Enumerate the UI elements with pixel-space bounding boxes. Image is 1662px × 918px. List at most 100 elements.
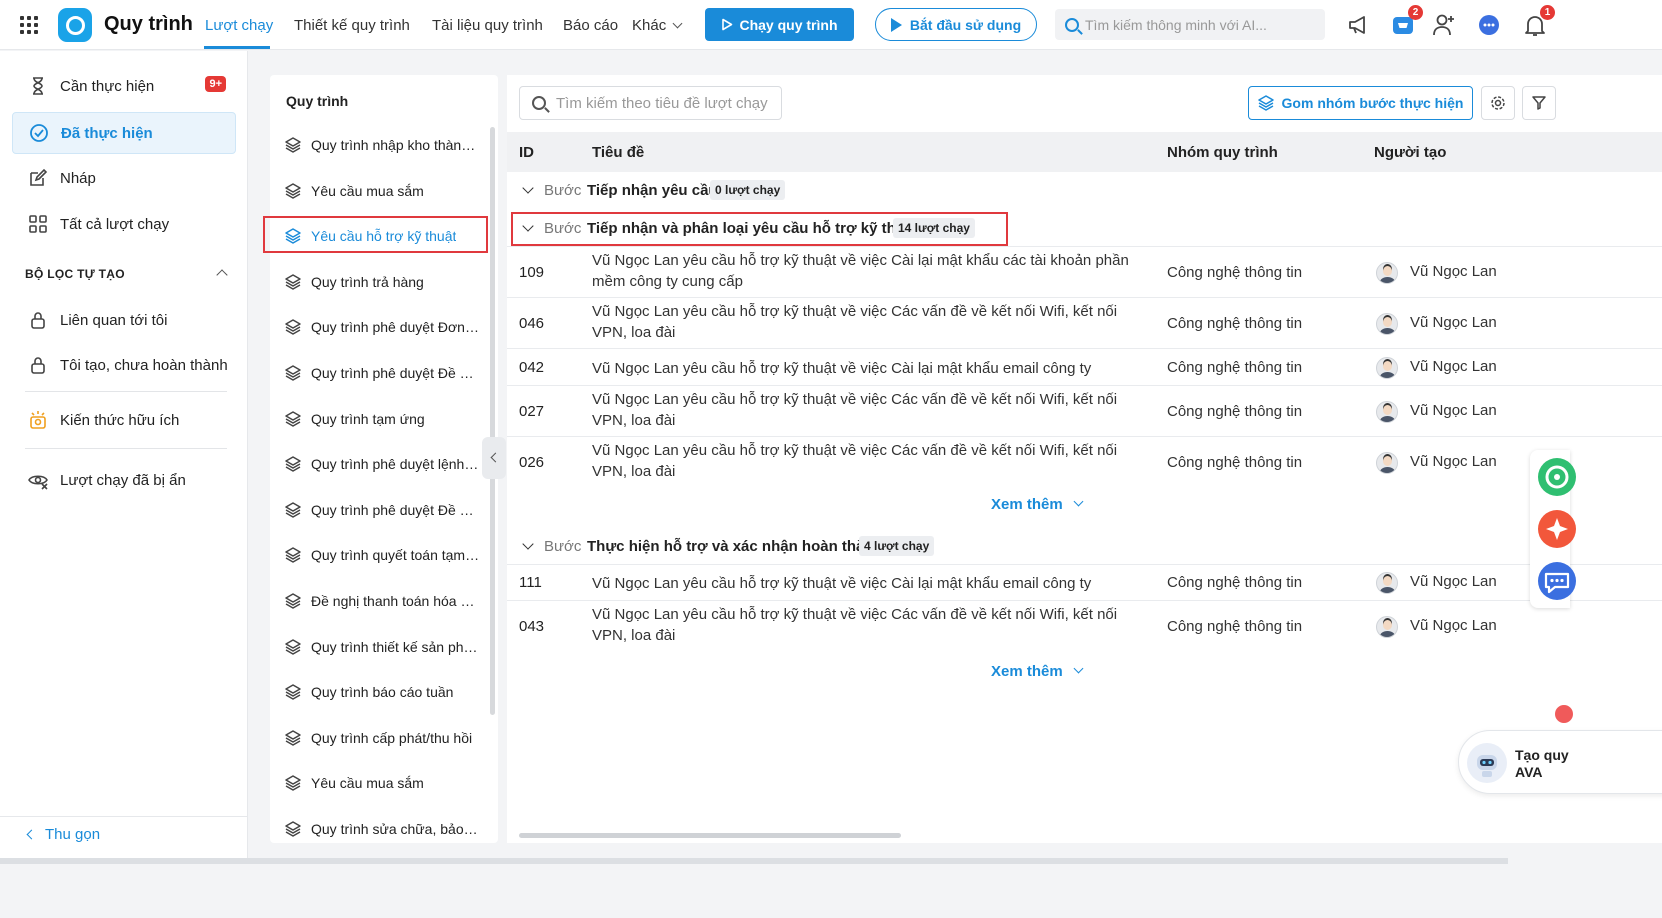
process-list-item[interactable]: Quy trình trả hàng [284, 267, 480, 297]
megaphone-icon[interactable] [1346, 12, 1372, 38]
chevron-down-icon[interactable] [522, 538, 534, 550]
sidebar-filter-related[interactable]: Liên quan tới tôi [12, 299, 236, 341]
table-row[interactable]: 026 Vũ Ngọc Lan yêu cầu hỗ trợ kỹ thuật v… [507, 436, 1662, 487]
process-list-item[interactable]: Quy trình phê duyệt Đề xuất [284, 358, 480, 388]
process-list-panel: Quy trình Quy trình nhập kho thành phẩm Y… [270, 75, 498, 843]
play-icon [890, 17, 902, 32]
settings-button[interactable] [1481, 86, 1515, 120]
step-group-header[interactable]: Bước Tiếp nhận yêu cầu 0 lượt chạy [507, 172, 1662, 208]
left-sidebar: Cần thực hiện 9+ Đã thực hiện Nháp Tất c… [0, 51, 248, 918]
table-row[interactable]: 046 Vũ Ngọc Lan yêu cầu hỗ trợ kỹ thuật v… [507, 297, 1662, 348]
app-grid-icon[interactable] [20, 16, 38, 34]
message-icon[interactable] [1538, 562, 1576, 600]
process-list-item[interactable]: Quy trình thiết kế sản phẩm [284, 632, 480, 662]
page-bottom [0, 858, 1662, 918]
process-list-item-label: Yêu cầu mua sắm [311, 775, 424, 792]
sidebar-item-all-runs[interactable]: Tất cả lượt chạy [12, 203, 236, 245]
run-title-search-input[interactable]: Tìm kiếm theo tiêu đề lượt chạy [519, 86, 782, 120]
process-stack-icon [285, 684, 301, 700]
chevron-up-icon[interactable] [216, 269, 228, 281]
filter-button[interactable] [1522, 86, 1556, 120]
column-header-creator[interactable]: Người tạo [1374, 144, 1446, 161]
nav-more[interactable]: Khác [632, 17, 683, 34]
notification-bell-icon[interactable]: 1 [1522, 5, 1555, 38]
horizontal-scrollbar[interactable] [519, 833, 901, 838]
ai-sparkle-icon[interactable] [1538, 510, 1576, 548]
process-list-item-label: Quy trình quyết toán tạm ứng [311, 547, 480, 564]
add-user-icon[interactable] [1431, 12, 1457, 38]
sidebar-item-knowledge[interactable]: Kiến thức hữu ích [12, 399, 236, 441]
sidebar-item-to-do[interactable]: Cần thực hiện 9+ [12, 65, 236, 107]
process-list-item[interactable]: Quy trình quyết toán tạm ứng [284, 540, 480, 570]
table-row[interactable]: 109 Vũ Ngọc Lan yêu cầu hỗ trợ kỹ thuật v… [507, 246, 1662, 297]
sidebar-item-hidden-runs[interactable]: Lượt chạy đã bị ẩn [12, 459, 236, 501]
see-more-button[interactable]: Xem thêm [991, 663, 1084, 680]
process-list-item[interactable]: Quy trình nhập kho thành phẩm [284, 130, 480, 160]
process-list-item[interactable]: Quy trình cấp phát/thu hồi [284, 723, 480, 753]
sidebar-filter-created-unfinished[interactable]: Tôi tạo, chưa hoàn thành [12, 344, 236, 386]
cell-title[interactable]: Vũ Ngọc Lan yêu cầu hỗ trợ kỹ thuật về v… [592, 604, 1147, 646]
cell-creator: Vũ Ngọc Lan [1410, 452, 1497, 470]
process-list-item[interactable]: Quy trình phê duyệt Đề nghị [284, 495, 480, 525]
cell-title[interactable]: Vũ Ngọc Lan yêu cầu hỗ trợ kỹ thuật về v… [592, 440, 1147, 482]
sidebar-item-draft[interactable]: Nháp [12, 157, 236, 199]
column-header-id[interactable]: ID [519, 144, 534, 161]
process-list-item[interactable]: Quy trình báo cáo tuần [284, 677, 480, 707]
page-horizontal-scrollbar[interactable] [0, 858, 1508, 864]
group-by-step-button[interactable]: Gom nhóm bước thực hiện [1248, 86, 1473, 120]
process-list-item[interactable]: Đề nghị thanh toán hóa đơn [284, 586, 480, 616]
process-stack-icon [285, 274, 301, 290]
avatar [1376, 615, 1398, 638]
step-group-header[interactable]: Bước Thực hiện hỗ trợ và xác nhận hoàn th… [507, 528, 1662, 564]
process-list-item-label: Quy trình nhập kho thành phẩm [311, 137, 480, 153]
cart-icon[interactable]: 2 [1390, 5, 1423, 38]
table-row[interactable]: 111 Vũ Ngọc Lan yêu cầu hỗ trợ kỹ thuật v… [507, 564, 1662, 600]
chevron-left-icon [26, 829, 37, 840]
cell-title[interactable]: Vũ Ngọc Lan yêu cầu hỗ trợ kỹ thuật về v… [592, 301, 1147, 343]
cell-title[interactable]: Vũ Ngọc Lan yêu cầu hỗ trợ kỹ thuật về v… [592, 358, 1147, 379]
process-list-item[interactable]: Yêu cầu mua sắm [284, 176, 480, 206]
cell-id: 026 [519, 453, 545, 471]
process-list-item[interactable]: Quy trình phê duyệt Đơn hàng [284, 312, 480, 342]
app-logo [58, 8, 92, 42]
cell-title[interactable]: Vũ Ngọc Lan yêu cầu hỗ trợ kỹ thuật về v… [592, 250, 1147, 292]
floating-action-stack [1530, 450, 1576, 608]
see-more-button[interactable]: Xem thêm [991, 496, 1084, 513]
chat-icon[interactable] [1476, 12, 1502, 38]
process-list-item[interactable]: Yêu cầu mua sắm [284, 768, 480, 798]
collapse-sidebar-button[interactable]: Thu gọn [26, 826, 100, 843]
sidebar-item-done[interactable]: Đã thực hiện [12, 112, 236, 154]
ai-search-input[interactable]: Tìm kiếm thông minh với AI... [1055, 9, 1325, 40]
column-header-title[interactable]: Tiêu đề [592, 144, 644, 161]
table-row[interactable]: 043 Vũ Ngọc Lan yêu cầu hỗ trợ kỹ thuật v… [507, 600, 1662, 651]
start-using-button[interactable]: Bắt đầu sử dụng [875, 8, 1037, 41]
sidebar-item-label: Lượt chạy đã bị ẩn [60, 471, 186, 489]
process-list-scrollbar[interactable] [490, 127, 495, 715]
process-list-item[interactable]: Quy trình tạm ứng [284, 404, 480, 434]
process-list-item[interactable]: Quy trình sửa chữa, bảo dưỡng [284, 814, 480, 843]
gear-icon [1491, 96, 1505, 110]
process-list-item[interactable]: Quy trình phê duyệt lệnh sản xuất [284, 449, 480, 479]
nav-runs[interactable]: Lượt chạy [205, 17, 273, 34]
table-row[interactable]: 042 Vũ Ngọc Lan yêu cầu hỗ trợ kỹ thuật v… [507, 348, 1662, 385]
nav-reports[interactable]: Báo cáo [563, 17, 618, 34]
chat-bot-icon[interactable] [1538, 458, 1576, 496]
process-list-item-label: Đề nghị thanh toán hóa đơn [311, 593, 480, 609]
nav-process-design[interactable]: Thiết kế quy trình [294, 17, 410, 34]
chevron-down-icon[interactable] [522, 182, 534, 194]
column-header-group[interactable]: Nhóm quy trình [1167, 144, 1278, 161]
search-icon [532, 96, 546, 110]
collapse-panel-handle[interactable] [482, 437, 506, 479]
cell-title[interactable]: Vũ Ngọc Lan yêu cầu hỗ trợ kỹ thuật về v… [592, 389, 1147, 431]
run-process-button[interactable]: Chạy quy trình [705, 8, 854, 41]
process-list-item-label: Quy trình báo cáo tuần [311, 684, 454, 701]
top-bar: Quy trình Lượt chạy Thiết kế quy trình T… [0, 0, 1662, 50]
ava-assistant-card[interactable]: Tạo quy AVA [1458, 730, 1662, 794]
highlight-box [263, 216, 488, 253]
nav-process-docs[interactable]: Tài liệu quy trình [432, 17, 543, 34]
close-float-icon[interactable] [1553, 703, 1575, 725]
cell-title[interactable]: Vũ Ngọc Lan yêu cầu hỗ trợ kỹ thuật về v… [592, 573, 1147, 594]
table-row[interactable]: 027 Vũ Ngọc Lan yêu cầu hỗ trợ kỹ thuật v… [507, 385, 1662, 436]
sidebar-item-label: Đã thực hiện [61, 124, 153, 142]
ava-line-2: AVA [1515, 764, 1543, 780]
